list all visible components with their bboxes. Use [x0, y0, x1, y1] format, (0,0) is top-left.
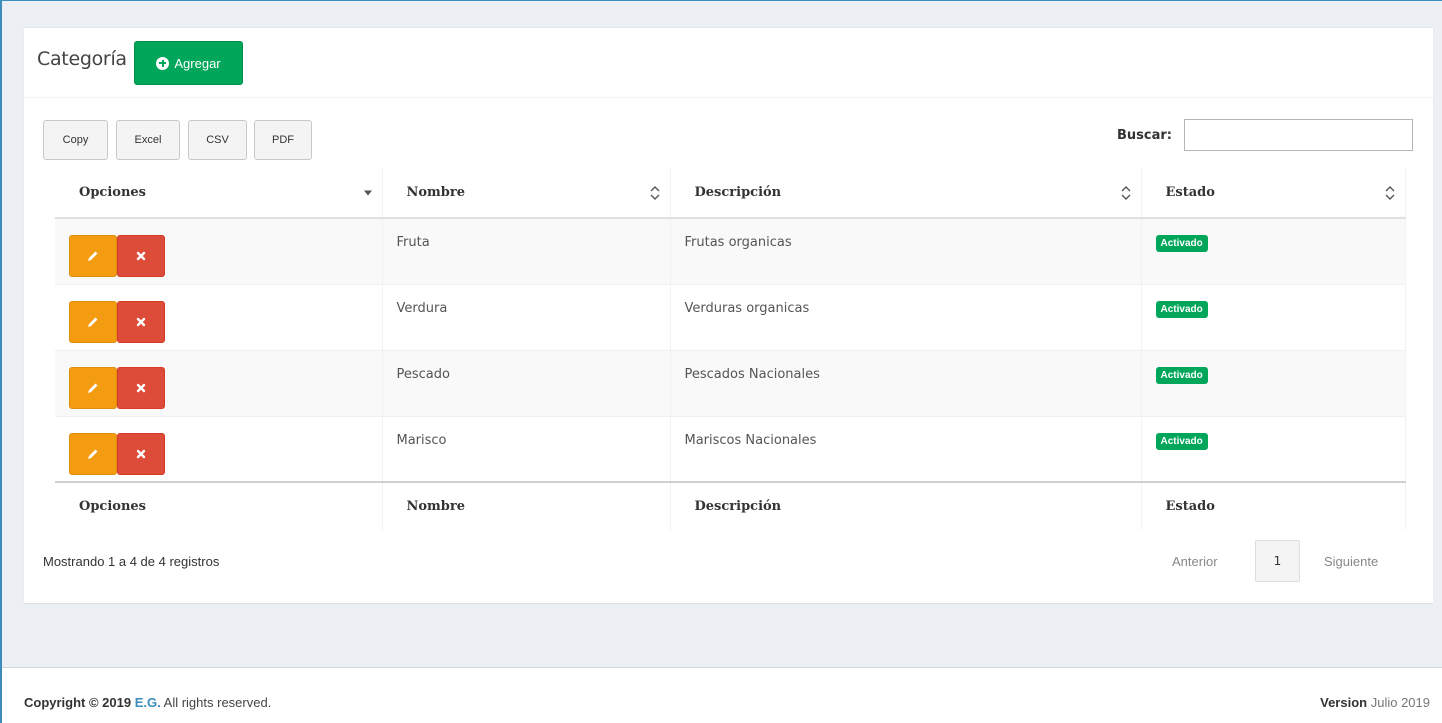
options-cell: [55, 349, 383, 416]
page-title: Categoría: [37, 48, 127, 70]
pagination-previous[interactable]: Anterior: [1172, 554, 1218, 569]
table-row: Verdura Verduras organicas Activado: [55, 283, 1406, 350]
delete-button[interactable]: [117, 366, 165, 409]
cell-descripcion: Pescados Nacionales: [670, 349, 1142, 416]
status-badge: Activado: [1155, 366, 1208, 384]
sort-icon: [650, 185, 659, 200]
col-header-opciones[interactable]: Opciones: [55, 168, 383, 219]
pencil-icon: [88, 383, 98, 393]
options-cell: [55, 217, 383, 284]
pencil-icon: [88, 251, 98, 261]
page-footer: Copyright © 2019 E.G. All rights reserve…: [2, 667, 1442, 723]
search-input[interactable]: [1184, 119, 1413, 151]
sort-icon: [1121, 185, 1130, 200]
col-footer-descripcion: Descripción: [670, 481, 1142, 530]
plus-circle-icon: [156, 56, 170, 70]
edit-button[interactable]: [69, 235, 117, 277]
version-label: Version: [1320, 695, 1368, 710]
copyright-prefix: Copyright © 2019: [24, 695, 132, 710]
col-footer-estado: Estado: [1141, 481, 1406, 530]
status-badge: Activado: [1155, 432, 1208, 450]
category-box: Categoría Agregar Copy Excel CSV PDF Bus…: [24, 27, 1433, 603]
pagination-next[interactable]: Siguiente: [1324, 554, 1378, 569]
box-header: Categoría Agregar: [24, 28, 1433, 98]
table-row: Pescado Pescados Nacionales Activado: [55, 349, 1406, 416]
records-info: Mostrando 1 a 4 de 4 registros: [43, 554, 220, 569]
sort-desc-icon: [363, 190, 372, 195]
rights-text: All rights reserved.: [163, 695, 272, 710]
cell-estado: Activado: [1141, 283, 1406, 350]
pdf-button[interactable]: PDF: [254, 120, 312, 160]
cell-nombre: Verdura: [382, 283, 671, 350]
edit-button[interactable]: [69, 432, 117, 475]
delete-button[interactable]: [117, 300, 165, 343]
status-badge: Activado: [1155, 235, 1208, 252]
col-footer-nombre: Nombre: [382, 481, 671, 530]
col-header-estado[interactable]: Estado: [1141, 168, 1406, 219]
cell-descripcion: Verduras organicas: [670, 283, 1142, 350]
add-button-label: Agregar: [174, 55, 221, 71]
cell-nombre: Pescado: [382, 349, 671, 416]
table-row: Marisco Mariscos Nacionales Activado: [55, 415, 1406, 482]
col-header-nombre[interactable]: Nombre: [382, 168, 671, 219]
cell-nombre: Fruta: [382, 217, 671, 284]
edit-button[interactable]: [69, 300, 117, 343]
options-cell: [55, 415, 383, 482]
add-button[interactable]: Agregar: [134, 41, 243, 85]
close-icon: [136, 251, 146, 261]
brand-link[interactable]: E.G.: [135, 695, 161, 710]
pencil-icon: [88, 449, 98, 459]
csv-button[interactable]: CSV: [188, 120, 247, 160]
cell-estado: Activado: [1141, 217, 1406, 284]
close-icon: [136, 383, 146, 392]
pagination-page-1[interactable]: 1: [1255, 540, 1300, 582]
cell-estado: Activado: [1141, 415, 1406, 482]
category-table: Opciones Nombre Descripción Estado Fruta…: [55, 168, 1406, 530]
col-header-descripcion[interactable]: Descripción: [670, 168, 1142, 219]
cell-nombre: Marisco: [382, 415, 671, 482]
excel-button[interactable]: Excel: [116, 120, 180, 160]
table-row: Fruta Frutas organicas Activado: [55, 217, 1406, 284]
cell-descripcion: Frutas organicas: [670, 217, 1142, 284]
sort-icon: [1385, 185, 1394, 200]
delete-button[interactable]: [117, 432, 165, 475]
options-cell: [55, 283, 383, 350]
pencil-icon: [88, 317, 98, 327]
close-icon: [136, 317, 146, 326]
copy-button[interactable]: Copy: [43, 120, 108, 160]
close-icon: [136, 449, 146, 458]
version-value: Julio 2019: [1370, 695, 1430, 710]
cell-descripcion: Mariscos Nacionales: [670, 415, 1142, 482]
cell-estado: Activado: [1141, 349, 1406, 416]
status-badge: Activado: [1155, 300, 1208, 318]
copyright: Copyright © 2019 E.G. All rights reserve…: [24, 695, 271, 710]
delete-button[interactable]: [117, 235, 165, 277]
edit-button[interactable]: [69, 366, 117, 409]
col-footer-opciones: Opciones: [55, 481, 383, 530]
search-label: Buscar:: [1117, 128, 1172, 143]
version-info: Version Julio 2019: [1320, 695, 1430, 710]
